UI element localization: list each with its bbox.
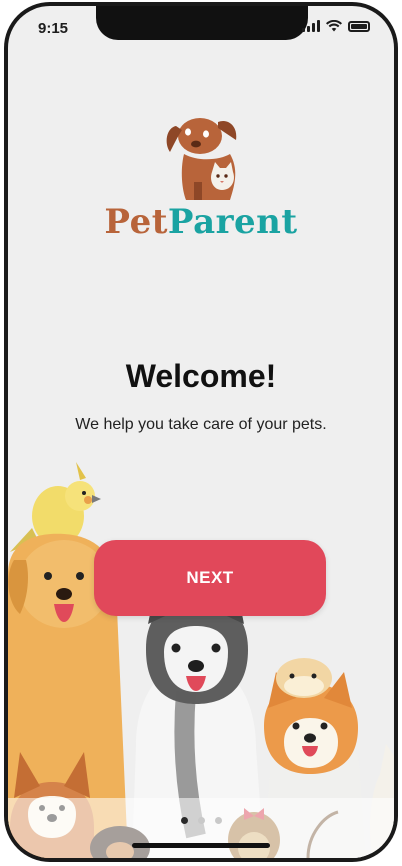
welcome-title: Welcome!	[125, 358, 277, 394]
status-icons	[302, 20, 370, 32]
camera-notch	[96, 6, 308, 40]
pet-logo-icon	[166, 118, 237, 200]
home-indicator[interactable]	[132, 843, 270, 848]
onboarding-screen: 9:15 PetParent Welcome! We help you take…	[8, 6, 394, 858]
hamster-illustration	[276, 658, 332, 698]
page-dot-2[interactable]	[197, 817, 205, 824]
next-button[interactable]: NEXT	[94, 540, 326, 616]
bottom-overlay	[8, 798, 394, 858]
logo-text-parent: Parent	[167, 202, 298, 242]
battery-icon	[348, 20, 370, 32]
page-dot-1[interactable]	[180, 817, 188, 824]
wifi-icon	[326, 20, 342, 32]
phone-frame: 9:15 PetParent Welcome! We help you take…	[4, 2, 398, 862]
status-time: 9:15	[38, 20, 69, 37]
app-logo-text: PetParent	[8, 202, 394, 242]
signal-icon	[302, 20, 320, 32]
page-indicator	[8, 817, 394, 824]
logo-text-pet: Pet	[104, 202, 168, 242]
page-dot-3[interactable]	[214, 817, 222, 824]
welcome-subtitle: We help you take care of your pets.	[75, 416, 327, 433]
